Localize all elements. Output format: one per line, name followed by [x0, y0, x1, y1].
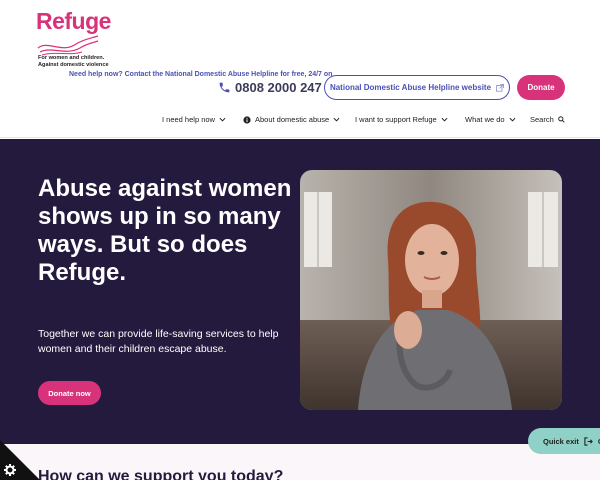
quick-exit-button[interactable]: Quick exit C [528, 428, 600, 454]
woman-portrait-image [300, 170, 562, 410]
hero-subtitle: Together we can provide life-saving serv… [38, 328, 279, 355]
exit-icon [584, 436, 593, 446]
donate-now-button[interactable]: Donate now [38, 381, 101, 405]
chevron-down-icon [333, 117, 340, 122]
phone-number: 0808 2000 247 [235, 80, 322, 95]
main-navigation: I need help now About domestic abuse I w… [0, 115, 600, 133]
donate-button[interactable]: Donate [517, 75, 565, 100]
refuge-logo[interactable]: Refuge For women and children. Against d… [36, 8, 111, 70]
helpline-website-button[interactable]: National Domestic Abuse Helpline website [324, 75, 510, 100]
logo-wordmark: Refuge [36, 8, 111, 34]
helpline-notice: Need help now? Contact the National Dome… [69, 71, 333, 78]
external-link-icon [496, 83, 505, 92]
logo-tagline: For women and children. Against domestic… [38, 55, 109, 68]
nav-item-label: Search [530, 115, 554, 124]
hero-title: Abuse against women shows up in so many … [38, 175, 292, 286]
site-header: Refuge For women and children. Against d… [0, 0, 600, 138]
nav-item-label: About domestic abuse [255, 115, 330, 124]
helpline-website-label: National Domestic Abuse Helpline website [329, 83, 492, 92]
phone-icon [219, 82, 230, 93]
nav-item-label: What we do [465, 115, 505, 124]
quick-exit-label: Quick exit [543, 436, 579, 446]
nav-item-what-we-do[interactable]: What we do [465, 115, 516, 124]
chevron-down-icon [219, 117, 226, 122]
nav-item-support-refuge[interactable]: I want to support Refuge [355, 115, 448, 124]
nav-item-search[interactable]: Search [530, 115, 565, 124]
support-section-title: How can we support you today? [38, 468, 284, 480]
search-icon [557, 116, 565, 123]
nav-item-label: I want to support Refuge [355, 115, 437, 124]
nav-item-label: I need help now [162, 115, 215, 124]
chevron-down-icon [441, 117, 448, 122]
helpline-phone-link[interactable]: 0808 2000 247 [218, 80, 322, 95]
hands-logo-icon [37, 35, 99, 56]
chevron-down-icon [509, 117, 516, 122]
hero-photo [300, 170, 562, 410]
cookie-settings-button[interactable] [0, 440, 40, 480]
info-icon [243, 115, 251, 124]
nav-item-i-need-help-now[interactable]: I need help now [162, 115, 226, 124]
nav-item-about-domestic-abuse[interactable]: About domestic abuse [243, 115, 340, 124]
